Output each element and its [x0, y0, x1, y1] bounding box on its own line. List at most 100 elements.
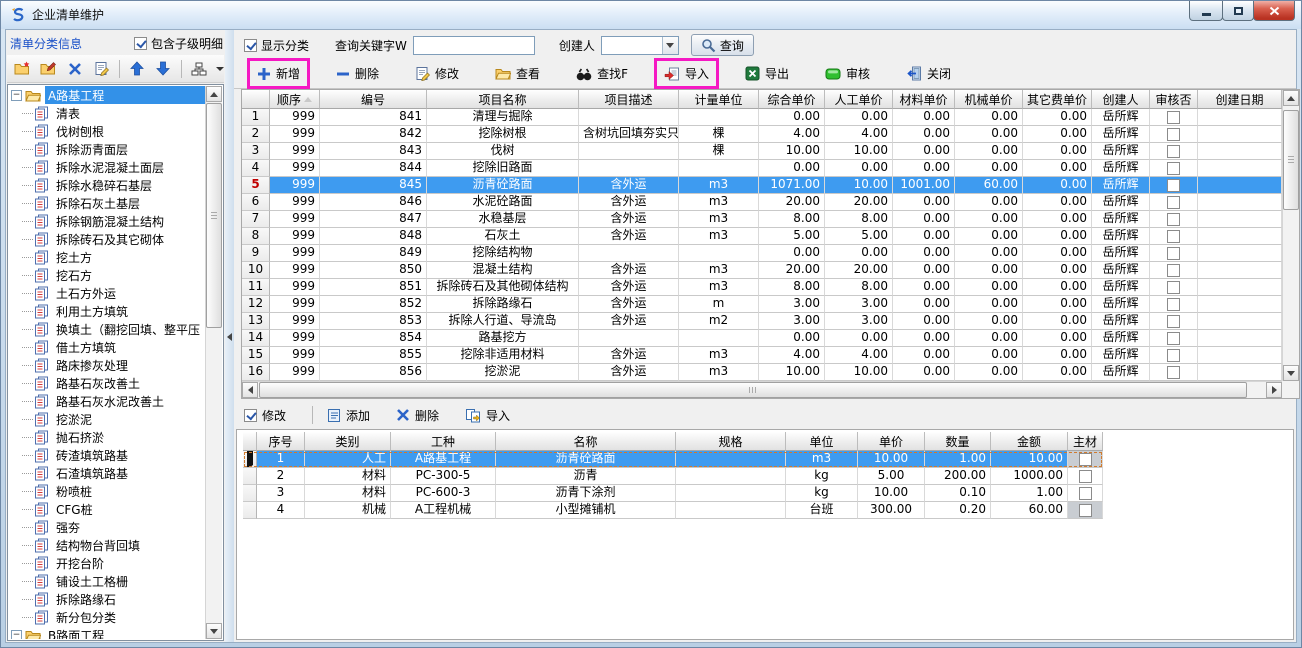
- column-header[interactable]: 编号: [320, 90, 427, 109]
- audit-checkbox[interactable]: [1167, 366, 1180, 379]
- table-row[interactable]: 5999845沥青砼路面含外运m31071.0010.001001.0060.0…: [242, 177, 1299, 194]
- table-row[interactable]: 10999850混凝土结构含外运m320.0020.000.000.000.00…: [242, 262, 1299, 279]
- tree-node-item[interactable]: 挖石方: [9, 266, 205, 284]
- scroll-down-button[interactable]: [206, 623, 222, 639]
- expander-icon[interactable]: −: [11, 630, 22, 640]
- action-add-button[interactable]: 新增: [250, 61, 307, 86]
- audit-checkbox[interactable]: [1167, 128, 1180, 141]
- audit-checkbox[interactable]: [1167, 349, 1180, 362]
- table-row[interactable]: 8999848石灰土含外运m35.005.000.000.000.00岳所辉: [242, 228, 1299, 245]
- detail-row[interactable]: 1人工A路基工程沥青砼路面m310.001.0010.00: [243, 451, 1103, 468]
- action-close-button[interactable]: 关闭: [899, 61, 958, 86]
- table-row[interactable]: 16999856挖淤泥含外运m310.0010.000.000.000.00岳所…: [242, 364, 1299, 381]
- tree-node-item[interactable]: 拆除砖石及其它砌体: [9, 230, 205, 248]
- column-header[interactable]: [243, 432, 257, 451]
- column-header[interactable]: 创建人: [1092, 90, 1150, 109]
- audit-checkbox[interactable]: [1167, 179, 1180, 192]
- column-header[interactable]: 数量: [925, 432, 991, 451]
- table-row[interactable]: 9999849挖除结构物0.000.000.000.000.00岳所辉: [242, 245, 1299, 262]
- detail-row[interactable]: 4机械A工程机械小型摊铺机台班300.000.2060.00: [243, 502, 1103, 519]
- table-row[interactable]: 2999842挖除树根含树坑回填夯实只棵4.004.000.000.000.00…: [242, 126, 1299, 143]
- tree-node-item[interactable]: 粉喷桩: [9, 482, 205, 500]
- table-row[interactable]: 6999846水泥砼路面含外运m320.0020.000.000.000.00岳…: [242, 194, 1299, 211]
- tree-node-item[interactable]: 强夯: [9, 518, 205, 536]
- column-header[interactable]: 创建日期: [1198, 90, 1282, 109]
- tree-node-item[interactable]: 路基石灰水泥改善土: [9, 392, 205, 410]
- tree-node-item[interactable]: 新分包分类: [9, 608, 205, 626]
- table-row[interactable]: 15999855挖除非适用材料含外运m34.004.000.000.000.00…: [242, 347, 1299, 364]
- table-row[interactable]: 7999847水稳基层含外运m38.008.000.000.000.00岳所辉: [242, 211, 1299, 228]
- column-header[interactable]: 规格: [676, 432, 786, 451]
- scroll-down-button[interactable]: [1283, 365, 1299, 381]
- action-find-button[interactable]: 查找F: [569, 61, 635, 86]
- main-material-checkbox[interactable]: [1079, 453, 1092, 466]
- column-header[interactable]: 审核否: [1150, 90, 1198, 109]
- column-header[interactable]: 材料单价: [893, 90, 955, 109]
- tree-node-item[interactable]: 伐树刨根: [9, 122, 205, 140]
- action-audit-button[interactable]: 审核: [818, 61, 877, 86]
- tree-node-item[interactable]: 路基石灰改善土: [9, 374, 205, 392]
- table-row[interactable]: 4999844挖除旧路面0.000.000.000.000.00岳所辉: [242, 160, 1299, 177]
- audit-checkbox[interactable]: [1167, 298, 1180, 311]
- column-header[interactable]: 项目描述: [579, 90, 679, 109]
- main-material-checkbox[interactable]: [1079, 504, 1092, 517]
- audit-checkbox[interactable]: [1167, 111, 1180, 124]
- tree-node-item[interactable]: 借土方填筑: [9, 338, 205, 356]
- tree-node-item[interactable]: 拆除沥青面层: [9, 140, 205, 158]
- move-down-button[interactable]: [152, 58, 174, 80]
- action-export-button[interactable]: 导出: [738, 61, 796, 86]
- tree-node-item[interactable]: 换填土（翻挖回填、整平压: [9, 320, 205, 338]
- creator-select[interactable]: [601, 36, 679, 55]
- tree-node-item[interactable]: 拆除石灰土基层: [9, 194, 205, 212]
- column-header[interactable]: 单位: [786, 432, 858, 451]
- tree-node-item[interactable]: 拆除水稳碎石基层: [9, 176, 205, 194]
- item-table-hscrollbar[interactable]: [242, 381, 1282, 398]
- action-import-button[interactable]: 导入: [657, 61, 716, 86]
- tree-node-item[interactable]: 拆除路缘石: [9, 590, 205, 608]
- column-header[interactable]: 序号: [257, 432, 305, 451]
- column-header[interactable]: 主材: [1068, 432, 1103, 451]
- detail-delete-button[interactable]: 删除: [396, 407, 439, 424]
- detail-edit-toggle[interactable]: 修改: [244, 407, 286, 424]
- scroll-up-button[interactable]: [206, 86, 222, 102]
- close-button[interactable]: [1253, 1, 1295, 21]
- table-row[interactable]: 12999852拆除路缘石含外运m3.003.000.000.000.00岳所辉: [242, 296, 1299, 313]
- tree-node-item[interactable]: 清表: [9, 104, 205, 122]
- audit-checkbox[interactable]: [1167, 281, 1180, 294]
- include-children-checkbox[interactable]: [134, 37, 147, 50]
- column-header[interactable]: [242, 90, 270, 109]
- item-table-vscrollbar[interactable]: [1282, 90, 1299, 381]
- column-header[interactable]: 类别: [305, 432, 391, 451]
- audit-checkbox[interactable]: [1167, 247, 1180, 260]
- detail-row[interactable]: 2材料PC-300-5沥青kg5.00200.001000.00: [243, 468, 1103, 485]
- column-header[interactable]: 项目名称: [427, 90, 579, 109]
- collapse-left-icon[interactable]: [227, 333, 232, 341]
- tree-node-item[interactable]: 结构物台背回填: [9, 536, 205, 554]
- new-category-button[interactable]: [11, 58, 33, 80]
- edit-category-button[interactable]: [37, 58, 59, 80]
- move-up-button[interactable]: [126, 58, 148, 80]
- detail-add-button[interactable]: 添加: [327, 407, 370, 424]
- action-view-button[interactable]: 查看: [488, 61, 547, 86]
- tree-node-item[interactable]: 拆除钢筋混凝土结构: [9, 212, 205, 230]
- tree-node-item[interactable]: CFG桩: [9, 500, 205, 518]
- audit-checkbox[interactable]: [1167, 264, 1180, 277]
- main-material-checkbox[interactable]: [1079, 487, 1092, 500]
- table-row[interactable]: 1999841清理与掘除0.000.000.000.000.00岳所辉: [242, 109, 1299, 126]
- audit-checkbox[interactable]: [1167, 315, 1180, 328]
- delete-x-button[interactable]: [64, 58, 86, 80]
- minimize-button[interactable]: [1189, 1, 1223, 21]
- hierarchy-button[interactable]: [188, 58, 210, 80]
- detail-import-button[interactable]: 导入: [465, 407, 510, 424]
- audit-checkbox[interactable]: [1167, 196, 1180, 209]
- edit-checkbox[interactable]: [244, 409, 257, 422]
- tree-node-item[interactable]: 利用土方填筑: [9, 302, 205, 320]
- scroll-thumb[interactable]: [206, 103, 222, 328]
- table-row[interactable]: 13999853拆除人行道、导流岛含外运m23.003.000.000.000.…: [242, 313, 1299, 330]
- maximize-button[interactable]: [1222, 1, 1254, 21]
- scroll-right-button[interactable]: [1266, 382, 1282, 398]
- show-category-checkbox[interactable]: [244, 39, 257, 52]
- audit-checkbox[interactable]: [1167, 145, 1180, 158]
- tree-node-item[interactable]: 抛石挤淤: [9, 428, 205, 446]
- combo-dropdown-button[interactable]: [662, 37, 678, 54]
